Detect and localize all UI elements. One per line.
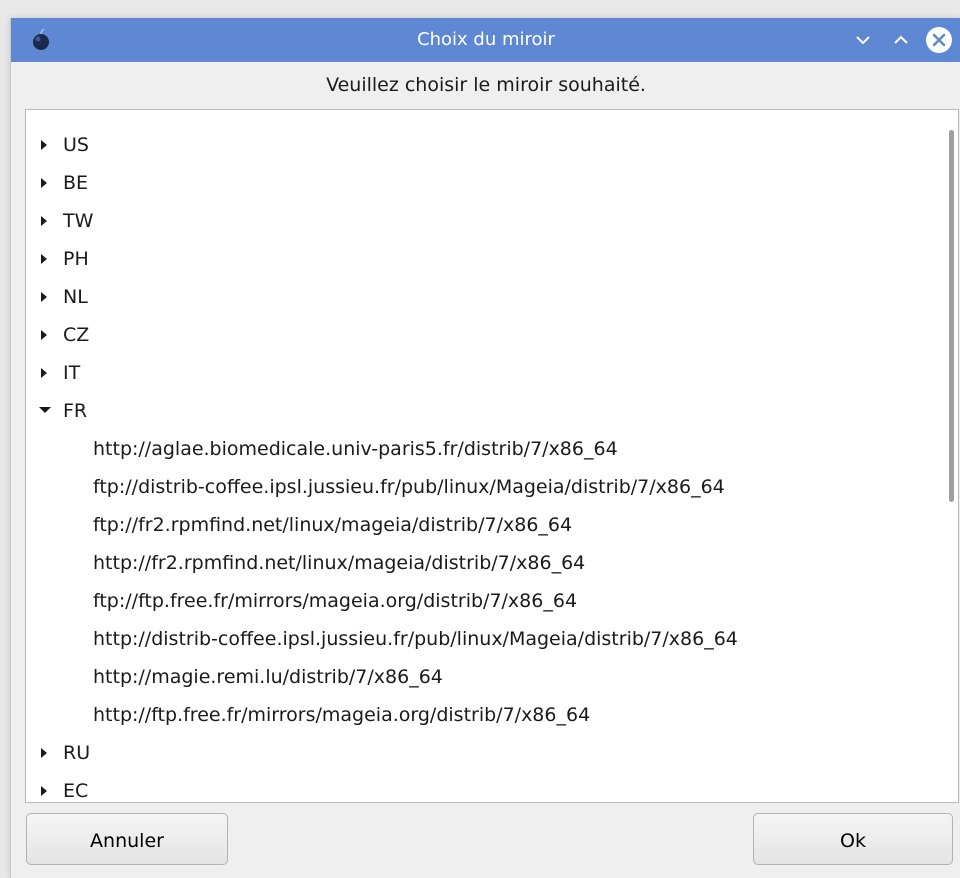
country-label: PH bbox=[63, 248, 89, 270]
mirror-url-item[interactable]: ftp://ftp.free.fr/mirrors/mageia.org/dis… bbox=[93, 582, 923, 620]
collapsed-arrow-icon[interactable] bbox=[38, 202, 52, 240]
mirror-url-item[interactable]: http://fr2.rpmfind.net/linux/mageia/dist… bbox=[93, 544, 923, 582]
title-bar[interactable]: Choix du miroir bbox=[11, 18, 960, 62]
maximize-icon[interactable] bbox=[887, 26, 915, 54]
country-item-ph[interactable]: PH bbox=[26, 240, 926, 278]
minimize-icon[interactable] bbox=[849, 26, 877, 54]
country-item-nl[interactable]: NL bbox=[26, 278, 926, 316]
collapsed-arrow-icon[interactable] bbox=[38, 354, 52, 392]
country-label: BE bbox=[63, 172, 89, 194]
country-item-ru[interactable]: RU bbox=[26, 734, 926, 772]
mirror-url-item[interactable]: ftp://fr2.rpmfind.net/linux/mageia/distr… bbox=[93, 506, 923, 544]
country-label: IT bbox=[63, 362, 81, 384]
country-label: FR bbox=[63, 400, 88, 422]
country-item-us[interactable]: US bbox=[26, 126, 926, 164]
collapsed-arrow-icon[interactable] bbox=[38, 316, 52, 354]
collapsed-arrow-icon[interactable] bbox=[38, 278, 52, 316]
mirror-url-item[interactable]: http://distrib-coffee.ipsl.jussieu.fr/pu… bbox=[93, 620, 923, 658]
collapsed-arrow-icon[interactable] bbox=[38, 734, 52, 772]
collapsed-arrow-icon[interactable] bbox=[38, 164, 52, 202]
country-item-tw[interactable]: TW bbox=[26, 202, 926, 240]
collapsed-arrow-icon[interactable] bbox=[38, 126, 52, 164]
country-label: NL bbox=[63, 286, 88, 308]
scrollbar-thumb[interactable] bbox=[949, 130, 954, 502]
window-title: Choix du miroir bbox=[417, 29, 555, 50]
mirror-url-item[interactable]: http://aglae.biomedicale.univ-paris5.fr/… bbox=[93, 430, 923, 468]
country-label: TW bbox=[63, 210, 94, 232]
cancel-button[interactable]: Annuler bbox=[26, 813, 228, 865]
country-item-be[interactable]: BE bbox=[26, 164, 926, 202]
collapsed-arrow-icon[interactable] bbox=[38, 240, 52, 278]
mirror-url-item[interactable]: ftp://distrib-coffee.ipsl.jussieu.fr/pub… bbox=[93, 468, 923, 506]
country-label: CZ bbox=[63, 324, 90, 346]
country-item-fr[interactable]: FR bbox=[26, 392, 926, 430]
mirror-url-item[interactable]: http://ftp.free.fr/mirrors/mageia.org/di… bbox=[93, 696, 923, 734]
expanded-arrow-icon[interactable] bbox=[38, 392, 52, 430]
country-item-it[interactable]: IT bbox=[26, 354, 926, 392]
country-item-ec[interactable]: EC bbox=[26, 772, 926, 802]
mirror-url-item[interactable]: http://magie.remi.lu/distrib/7/x86_64 bbox=[93, 658, 923, 696]
collapsed-arrow-icon[interactable] bbox=[38, 772, 52, 802]
instruction-text: Veuillez choisir le miroir souhaité. bbox=[326, 74, 646, 96]
close-icon[interactable] bbox=[925, 26, 953, 54]
country-label: EC bbox=[63, 780, 89, 802]
country-item-cz[interactable]: CZ bbox=[26, 316, 926, 354]
ok-button[interactable]: Ok bbox=[753, 813, 953, 865]
country-label: US bbox=[63, 134, 89, 156]
mirror-dialog: Choix du miroir Veuillez choisir le miro… bbox=[10, 18, 960, 878]
country-label: RU bbox=[63, 742, 91, 764]
vertical-scrollbar[interactable] bbox=[944, 110, 958, 802]
mirror-tree[interactable]: US BE TW PH NL CZ IT FR http://aglae.biomedicale… bbox=[25, 109, 959, 803]
